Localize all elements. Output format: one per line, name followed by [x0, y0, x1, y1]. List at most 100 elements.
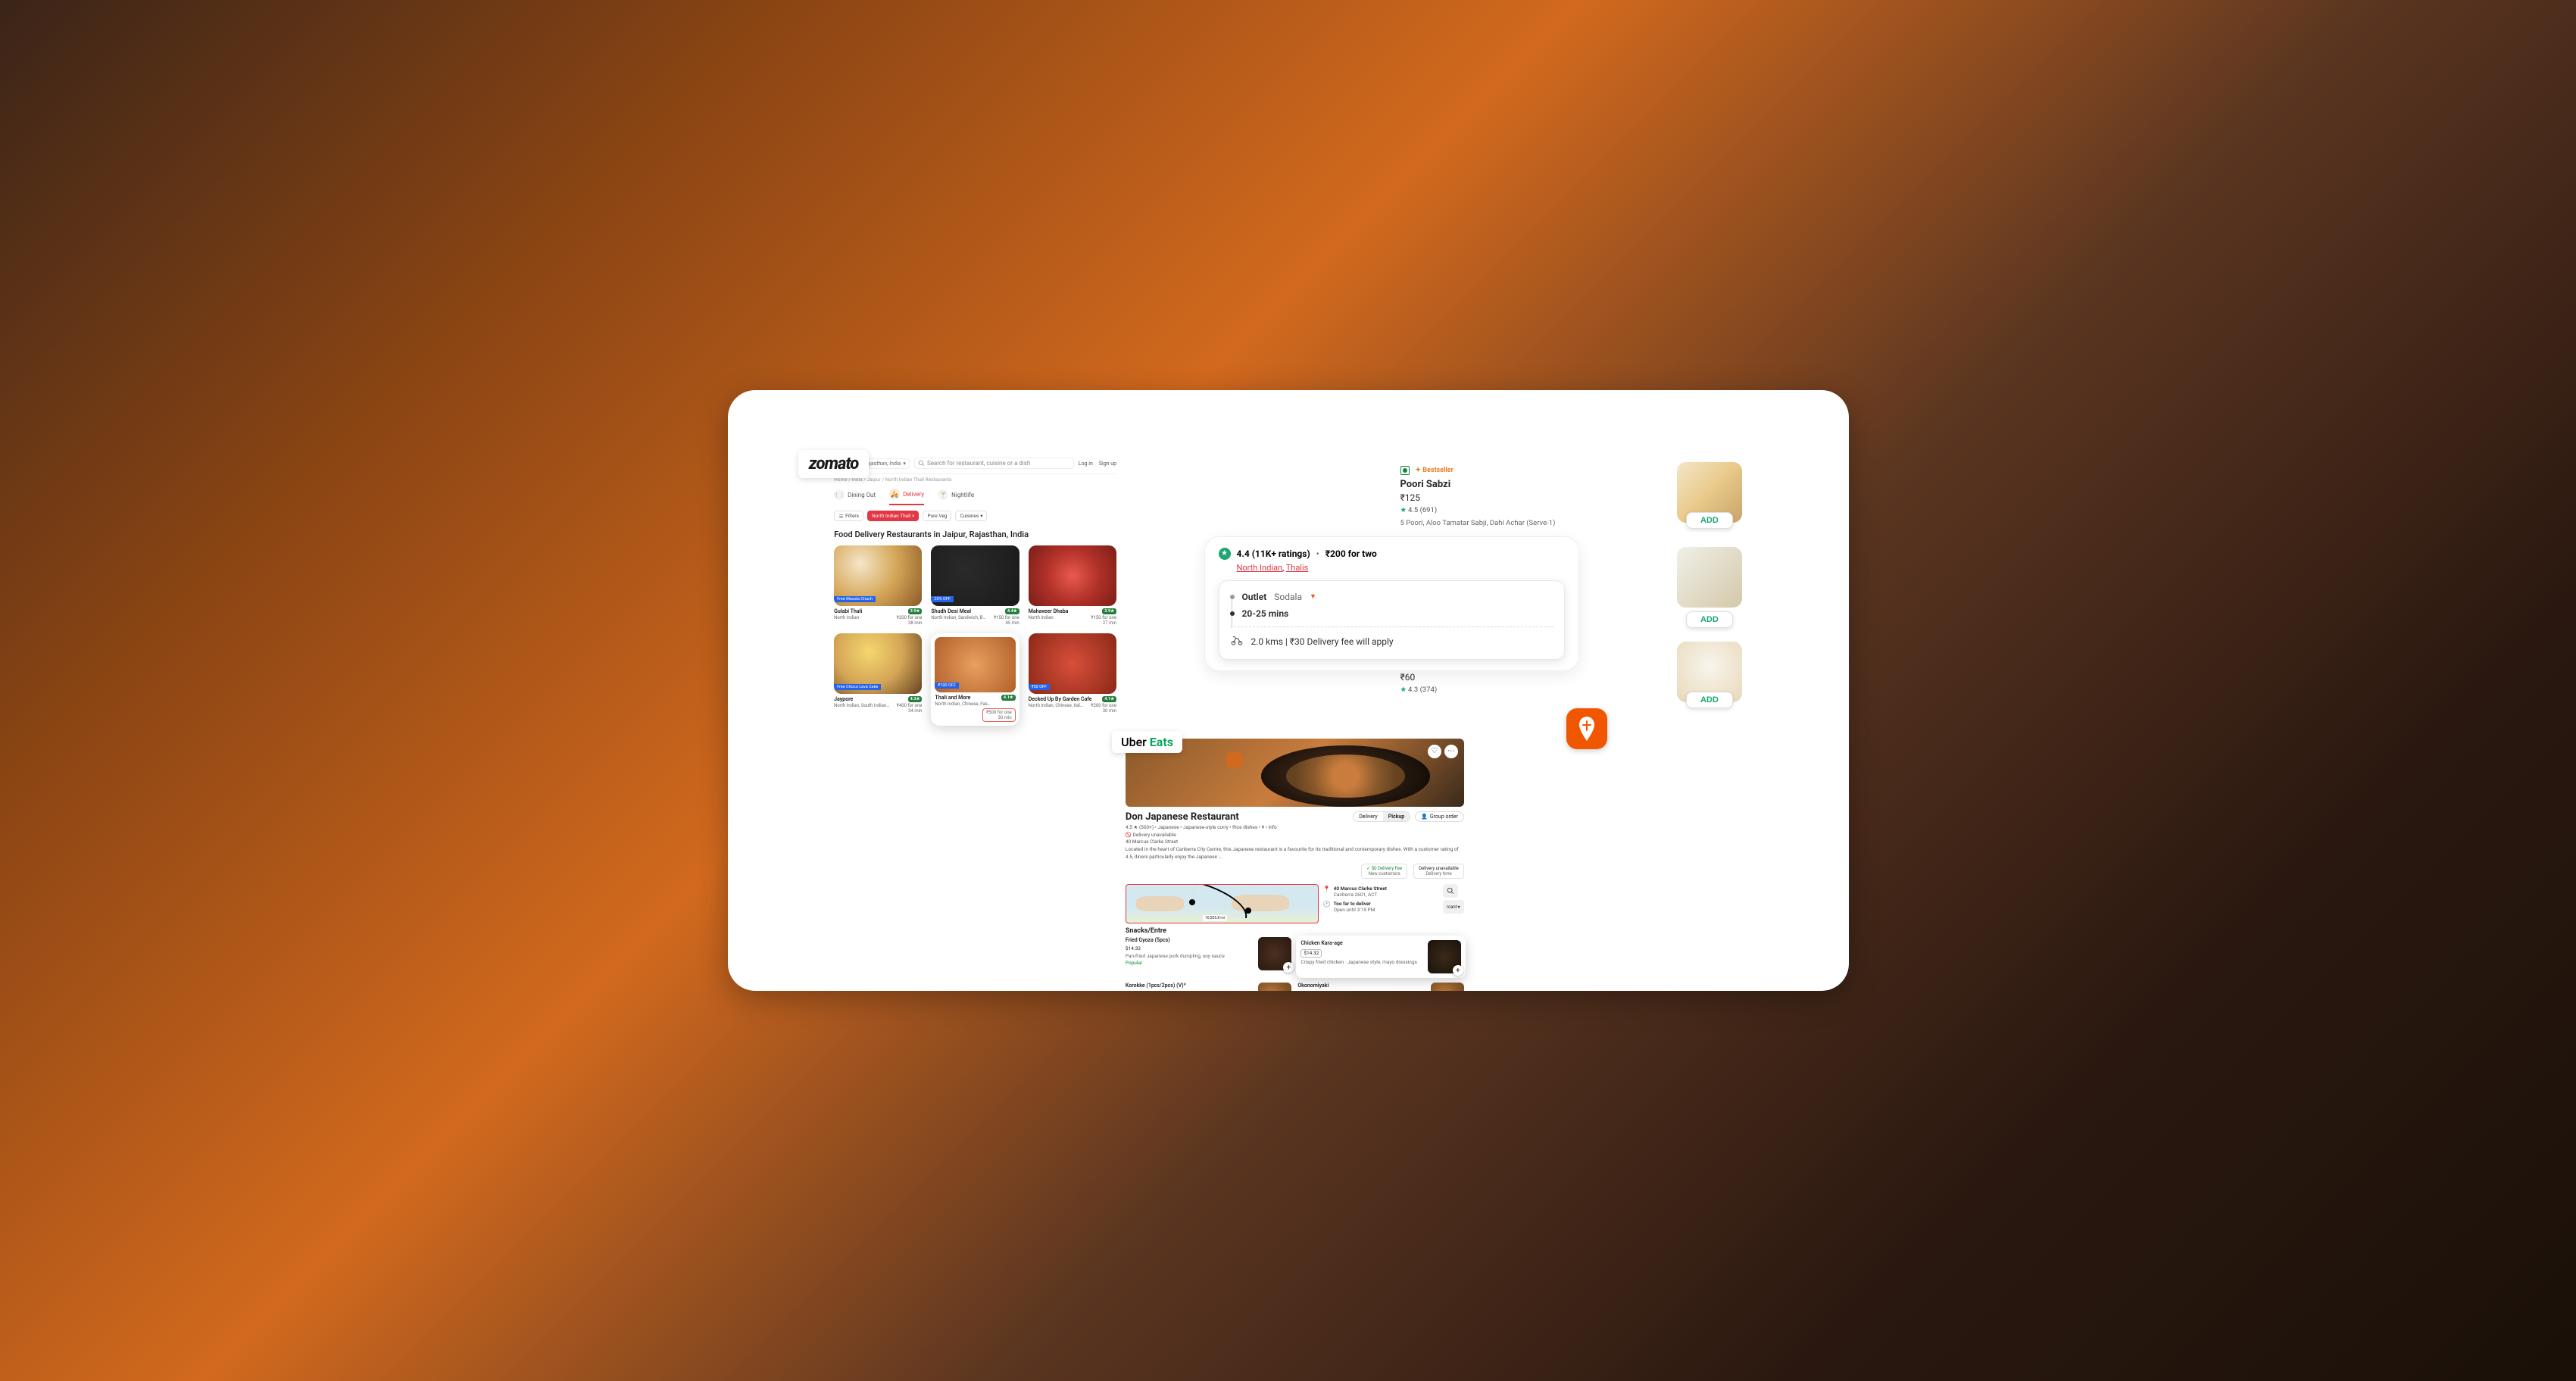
food-image	[1258, 983, 1291, 991]
rating-badge: 4.3★	[908, 696, 923, 702]
item-price: $14.32	[1126, 945, 1254, 953]
toggle-delivery[interactable]: Delivery	[1354, 812, 1383, 821]
more-button[interactable]: ⋯	[1444, 745, 1458, 758]
chip-pure-veg[interactable]: Pure Veg	[923, 511, 951, 521]
crumb-leaf: North Indian Thali Restaurants	[885, 476, 952, 483]
restaurant-name: Jaypore	[834, 696, 853, 702]
price-for-one: ₹400 for one	[897, 703, 923, 708]
cuisines: North Indian	[834, 615, 859, 620]
search-icon	[918, 460, 925, 467]
restaurant-card[interactable]: Free Choco Lava Cake Jaypore4.3★ North I…	[834, 633, 922, 726]
eta: 45 min	[931, 620, 1019, 626]
hero-actions: ♡ ⋯	[1428, 745, 1458, 758]
restaurant-card[interactable]: 20% OFF Shudh Desi Meal4.4★ North Indian…	[931, 545, 1019, 626]
item-price: $13.42 · ♥ 100% (5)	[1297, 990, 1425, 991]
track-dot-icon	[1230, 611, 1235, 616]
location-row: 10,555.8 mi 📍 40 Marcus Clarke Street Ca…	[1126, 884, 1464, 923]
zomato-panel: 📍 Jaipur, Rajasthan, India ▾ Search for …	[834, 456, 1116, 726]
price-for-one: ₹200 for one	[897, 615, 923, 620]
item-title: Poori Sabzi	[1400, 476, 1662, 492]
hours-row[interactable]: 🕐 Too far to deliver Open until 3:15 PM	[1323, 899, 1438, 914]
group-order-button[interactable]: 👤 Group order	[1415, 811, 1464, 822]
favorite-button[interactable]: ♡	[1428, 745, 1441, 758]
meta-line-2: 🚫 Delivery unavailable	[1126, 832, 1464, 839]
restaurant-thumb: ₹100 OFF	[935, 637, 1015, 692]
menu-grid: Fried Gyoza (5pcs) $14.32 Pan-fried Japa…	[1126, 937, 1464, 991]
promo-tag: 20% OFF	[931, 596, 953, 602]
item-description: 5 Poori, Aloo Tamatar Sabji, Dahi Achar …	[1400, 514, 1662, 527]
outlet-label: Outlet	[1242, 592, 1267, 602]
cuisines: North Indian, Chinese, Ital…	[1029, 703, 1083, 708]
restaurant-card[interactable]: Mahaveer Dhaba3.9★ North Indian₹150 for …	[1029, 545, 1116, 626]
chevron-down-icon: ▾	[903, 461, 906, 467]
crumb-city[interactable]: Jaipur	[867, 476, 881, 483]
fulfillment-toggle[interactable]: Delivery Pickup	[1353, 811, 1410, 822]
restaurant-card[interactable]: Free Masala Chach Gulabi Thali3.9★ North…	[834, 545, 922, 626]
restaurant-thumb: 20% OFF	[931, 545, 1019, 606]
uber-text: Uber	[1121, 735, 1147, 749]
eta: 30 min	[998, 715, 1011, 720]
item-image-wrap: ADD	[1677, 462, 1742, 523]
eats-text: Eats	[1150, 735, 1173, 749]
chevron-down-icon: ▼	[1310, 592, 1316, 601]
cuisine-link[interactable]: Thalis	[1286, 563, 1309, 573]
zomato-logo: zomato	[798, 450, 870, 478]
food-image	[1431, 983, 1464, 991]
tab-dining-out[interactable]: 🍽️ Dining Out	[834, 489, 876, 505]
breadcrumb: Home / India / Jaipur / North Indian Tha…	[834, 474, 1116, 485]
restaurant-card-hover[interactable]: ₹100 OFF Thali and More4.1★ North Indian…	[931, 633, 1019, 726]
search-input[interactable]: Search for restaurant, cuisine or a dish	[914, 458, 1074, 469]
item-rating: ★ 4.5 (691)	[1400, 506, 1662, 514]
restaurant-name: Thali and More	[935, 695, 970, 701]
chip-cuisines[interactable]: Cuisines ▾	[955, 511, 987, 521]
toggle-pickup[interactable]: Pickup	[1383, 812, 1410, 821]
login-link[interactable]: Log in	[1079, 461, 1093, 467]
outlet-row[interactable]: Outlet Sodala ▼	[1230, 589, 1554, 605]
address-row[interactable]: 📍 40 Marcus Clarke Street Canberra 2601,…	[1323, 884, 1438, 899]
address-line-1: 40 Marcus Clarke Street	[1334, 886, 1387, 892]
restaurant-name: Mahaveer Dhaba	[1029, 608, 1069, 614]
menu-item[interactable]: Fried Gyoza (5pcs) $14.32 Pan-fried Japa…	[1126, 937, 1291, 976]
tab-delivery[interactable]: 🛵 Delivery	[889, 489, 924, 505]
price-for-two: ₹200 for two	[1325, 548, 1377, 559]
restaurant-card[interactable]: ₹50 OFF Decked Up By Garden Cafe4.1★ Nor…	[1029, 633, 1116, 726]
map-preview[interactable]: 10,555.8 mi	[1126, 884, 1319, 923]
map-distance: 10,555.8 mi	[1203, 915, 1227, 921]
item-price: $7.70	[1126, 990, 1254, 991]
promo-tag: ₹100 OFF	[935, 683, 958, 689]
menu-item-meta: ✦ Bestseller Poori Sabzi ₹125 ★ 4.5 (691…	[1400, 462, 1662, 527]
chip-cuisine-active[interactable]: North Indian Thali ×	[867, 511, 919, 521]
signup-link[interactable]: Sign up	[1099, 461, 1116, 467]
add-item-button[interactable]: +	[1453, 965, 1463, 976]
info-rating-row: ★ 4.4 (11K+ ratings) • ₹200 for two	[1219, 548, 1566, 560]
chevron-down-icon: ▾	[980, 513, 982, 519]
menu-item[interactable]: Okonomiyaki $13.42 · ♥ 100% (5) Savoury …	[1297, 983, 1463, 991]
food-image: +	[1428, 940, 1461, 973]
add-item-button[interactable]: +	[1283, 962, 1294, 973]
add-button[interactable]: ADD	[1686, 692, 1733, 708]
menu-search-button[interactable]	[1443, 884, 1458, 898]
add-button[interactable]: ADD	[1686, 512, 1733, 529]
price-for-one: ₹150 for one	[1091, 615, 1116, 620]
section-heading: Food Delivery Restaurants in Jaipur, Raj…	[834, 526, 1116, 545]
sort-dropdown[interactable]: rcant ▾	[1443, 900, 1464, 914]
menu-item[interactable]: Korokke (1pcs/2pcs) (V)* $7.70 Potato cr…	[1126, 983, 1291, 991]
delivery-fee-row: 2.0 kms | ₹30 Delivery fee will apply	[1230, 632, 1554, 651]
rating-badge: 4.4★	[1005, 608, 1019, 614]
promo-tag: ₹50 OFF	[1029, 684, 1050, 690]
cuisine-link[interactable]: North Indian	[1237, 563, 1283, 573]
eta: 34 min	[834, 708, 922, 714]
promo-tag: Free Choco Lava Cake	[834, 684, 881, 690]
tab-nightlife[interactable]: 🍸 Nightlife	[938, 489, 974, 505]
popular-tag: Popular	[1126, 960, 1254, 967]
menu-item-highlighted[interactable]: Chicken Kara-age $14.32 Crispy fried chi…	[1296, 936, 1465, 978]
price-highlight: ₹500 for one 30 min	[982, 708, 1016, 722]
tab-nightlife-label: Nightlife	[951, 492, 974, 498]
filters-button[interactable]: Filters	[834, 511, 863, 521]
chip-top: Delivery unavailable	[1419, 866, 1459, 871]
add-button[interactable]: ADD	[1686, 611, 1733, 628]
promo-tag: Free Masala Chach	[834, 596, 876, 602]
zomato-tabs: 🍽️ Dining Out 🛵 Delivery 🍸 Nightlife	[834, 485, 1116, 505]
item-rating: ★ 4.3 (374)	[1400, 686, 1662, 694]
title-bar: Don Japanese Restaurant Delivery Pickup …	[1126, 807, 1464, 824]
